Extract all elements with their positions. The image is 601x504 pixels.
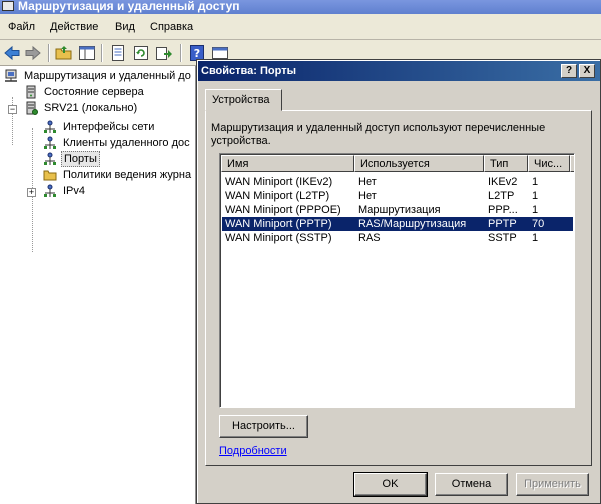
tree-item-server-status[interactable]: Состояние сервера xyxy=(24,84,194,100)
table-row[interactable]: WAN Miniport (PPPOE) Маршрутизация PPP..… xyxy=(222,203,573,217)
tree-item-network-interfaces[interactable]: Интерфейсы сети xyxy=(43,119,194,135)
column-header-count[interactable]: Чис... xyxy=(528,155,570,172)
tree-expand-ipv4[interactable]: + xyxy=(27,188,36,197)
cell-count: 1 xyxy=(532,204,539,216)
console-tree: Маршрутизация и удаленный до Состояние с… xyxy=(0,66,196,504)
cell-type: L2TP xyxy=(488,190,515,202)
tree-item-ipv4[interactable]: IPv4 xyxy=(43,183,194,199)
cell-name: WAN Miniport (SSTP) xyxy=(225,232,332,244)
cell-type: PPP... xyxy=(488,204,518,216)
menu-action[interactable]: Действие xyxy=(50,21,98,33)
ports-icon xyxy=(44,152,56,165)
cell-count: 1 xyxy=(532,190,539,202)
cell-count: 1 xyxy=(532,176,539,188)
tree-item-root[interactable]: Маршрутизация и удаленный до xyxy=(4,68,194,84)
ipv4-icon xyxy=(44,184,56,197)
table-row-selected[interactable]: WAN Miniport (PPTP) RAS/Маршрутизация PP… xyxy=(222,217,573,231)
menu-file[interactable]: Файл xyxy=(8,21,35,33)
toolbar-separator xyxy=(48,44,50,62)
table-row[interactable]: WAN Miniport (SSTP) RAS SSTP 1 xyxy=(222,231,573,245)
cell-used: RAS/Маршрутизация xyxy=(358,218,467,230)
tree-label-ports: Порты xyxy=(61,151,100,167)
cell-type: SSTP xyxy=(488,232,517,244)
cell-name: WAN Miniport (IKEv2) xyxy=(225,176,333,188)
column-header-used[interactable]: Используется xyxy=(354,155,484,172)
column-header-name[interactable]: Имя xyxy=(221,155,354,172)
column-header-filler xyxy=(570,155,574,172)
tree-item-logging-policies[interactable]: Политики ведения журна xyxy=(43,167,194,183)
tree-label-root: Маршрутизация и удаленный до xyxy=(24,70,191,82)
cell-used: Нет xyxy=(358,176,377,188)
cell-used: Маршрутизация xyxy=(358,204,441,216)
tree-label-server-status: Состояние сервера xyxy=(44,86,144,98)
toolbar-separator xyxy=(101,44,103,62)
menubar: Файл Действие Вид Справка xyxy=(0,14,601,40)
cell-count: 70 xyxy=(532,218,545,230)
menu-help[interactable]: Справка xyxy=(150,21,193,33)
tree-item-ports[interactable]: Порты xyxy=(43,151,194,167)
network-interfaces-icon xyxy=(44,120,56,133)
dialog-titlebar: Свойства: Порты ? X xyxy=(198,61,600,81)
cancel-button[interactable]: Отмена xyxy=(435,473,508,496)
server-icon xyxy=(26,101,38,115)
main-window-title: Маршрутизация и удаленный доступ xyxy=(18,0,240,13)
devices-listview[interactable]: Имя Используется Тип Чис... WAN Miniport… xyxy=(219,153,575,408)
folder-icon xyxy=(43,170,57,181)
dialog-close-button[interactable]: X xyxy=(579,64,595,78)
tree-label-logging-policies: Политики ведения журна xyxy=(63,169,192,181)
column-header-type[interactable]: Тип xyxy=(484,155,528,172)
remote-clients-icon xyxy=(44,136,56,149)
cell-used: Нет xyxy=(358,190,377,202)
refresh-icon[interactable] xyxy=(132,44,150,62)
tree-item-remote-clients[interactable]: Клиенты удаленного дос xyxy=(43,135,194,151)
toolbar-separator xyxy=(180,44,182,62)
cell-type: PPTP xyxy=(488,218,517,230)
properties-icon[interactable] xyxy=(109,44,127,62)
forward-icon[interactable] xyxy=(24,44,42,62)
details-link[interactable]: Подробности xyxy=(219,445,287,457)
dialog-title: Свойства: Порты xyxy=(201,65,296,77)
menu-view[interactable]: Вид xyxy=(115,21,135,33)
tree-label-ipv4: IPv4 xyxy=(63,185,86,197)
export-icon[interactable] xyxy=(155,44,173,62)
cell-name: WAN Miniport (PPTP) xyxy=(225,218,332,230)
cell-name: WAN Miniport (L2TP) xyxy=(225,190,330,202)
cell-count: 1 xyxy=(532,232,539,244)
routing-service-icon xyxy=(5,69,17,82)
tab-devices[interactable]: Устройства xyxy=(205,89,282,111)
app-icon xyxy=(2,1,14,11)
devices-description: Маршрутизация и удаленный доступ использ… xyxy=(211,122,546,147)
apply-button[interactable]: Применить xyxy=(516,473,589,496)
tree-item-server[interactable]: SRV21 (локально) xyxy=(24,100,194,116)
listview-header: Имя Используется Тип Чис... xyxy=(221,155,574,172)
dialog-help-button[interactable]: ? xyxy=(561,64,577,78)
cell-used: RAS xyxy=(358,232,381,244)
back-icon[interactable] xyxy=(3,44,21,62)
configure-button[interactable]: Настроить... xyxy=(219,415,308,438)
cell-name: WAN Miniport (PPPOE) xyxy=(225,204,341,216)
show-hide-tree-icon[interactable] xyxy=(78,44,96,62)
table-row[interactable]: WAN Miniport (IKEv2) Нет IKEv2 1 xyxy=(222,175,573,189)
table-row[interactable]: WAN Miniport (L2TP) Нет L2TP 1 xyxy=(222,189,573,203)
cell-type: IKEv2 xyxy=(488,176,518,188)
server-status-icon xyxy=(26,85,36,99)
tree-label-network-interfaces: Интерфейсы сети xyxy=(63,121,155,133)
tree-label-remote-clients: Клиенты удаленного дос xyxy=(63,137,190,149)
main-window-titlebar: Маршрутизация и удаленный доступ xyxy=(0,0,601,14)
tree-collapse-server[interactable]: − xyxy=(8,105,17,114)
up-folder-icon[interactable] xyxy=(55,44,73,62)
ok-button[interactable]: OK xyxy=(353,472,428,497)
ports-properties-dialog: Свойства: Порты ? X Устройства Маршрутиз… xyxy=(196,59,601,504)
tree-label-server: SRV21 (локально) xyxy=(44,102,138,114)
